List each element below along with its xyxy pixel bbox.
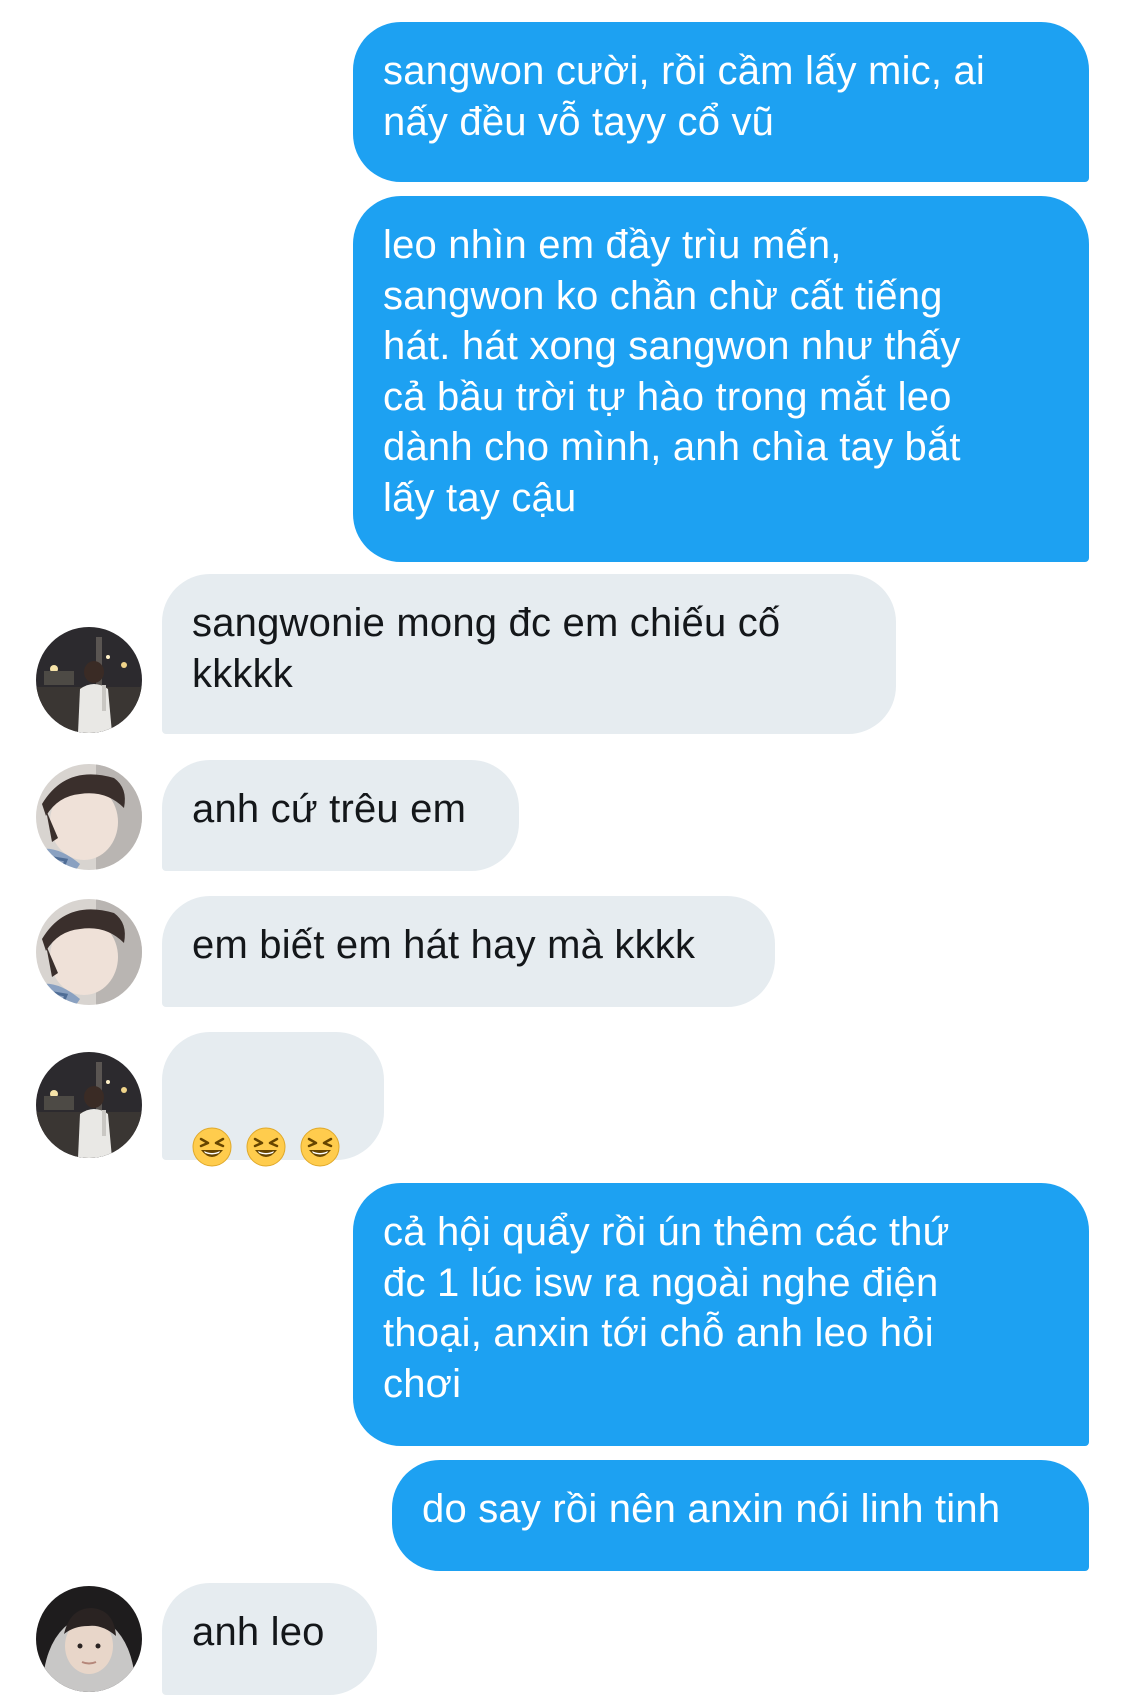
- avatar[interactable]: [36, 1052, 142, 1158]
- grinning-squinting-face-icon: [246, 1127, 286, 1166]
- avatar-selfie-image: [36, 764, 142, 870]
- avatar-night-street-image: [36, 1052, 142, 1158]
- grinning-squinting-face-icon: [300, 1127, 340, 1166]
- grinning-squinting-face-icon: [192, 1127, 232, 1166]
- message-bubble-incoming[interactable]: anh cứ trêu em: [162, 760, 519, 871]
- message-bubble-outgoing[interactable]: cả hội quẩy rồi ún thêm các thứ đc 1 lúc…: [353, 1183, 1089, 1446]
- emoji-row: [192, 1083, 384, 1211]
- avatar[interactable]: [36, 627, 142, 733]
- message-bubble-outgoing[interactable]: sangwon cười, rồi cầm lấy mic, ai nấy đề…: [353, 22, 1089, 182]
- avatar-hoodie-image: [36, 1586, 142, 1692]
- avatar-night-street-image: [36, 627, 142, 733]
- avatar[interactable]: [36, 1586, 142, 1692]
- message-bubble-outgoing[interactable]: do say rồi nên anxin nói linh tinh: [392, 1460, 1089, 1571]
- avatar-selfie-image: [36, 899, 142, 1005]
- avatar[interactable]: [36, 764, 142, 870]
- message-bubble-incoming[interactable]: anh leo: [162, 1583, 377, 1695]
- avatar[interactable]: [36, 899, 142, 1005]
- message-bubble-incoming[interactable]: [162, 1032, 384, 1166]
- message-bubble-incoming[interactable]: em biết em hát hay mà kkkk: [162, 896, 775, 1007]
- message-bubble-outgoing[interactable]: leo nhìn em đầy trìu mến, sangwon ko chầ…: [353, 196, 1089, 562]
- message-bubble-incoming[interactable]: sangwonie mong đc em chiếu cố kkkkk: [162, 574, 896, 734]
